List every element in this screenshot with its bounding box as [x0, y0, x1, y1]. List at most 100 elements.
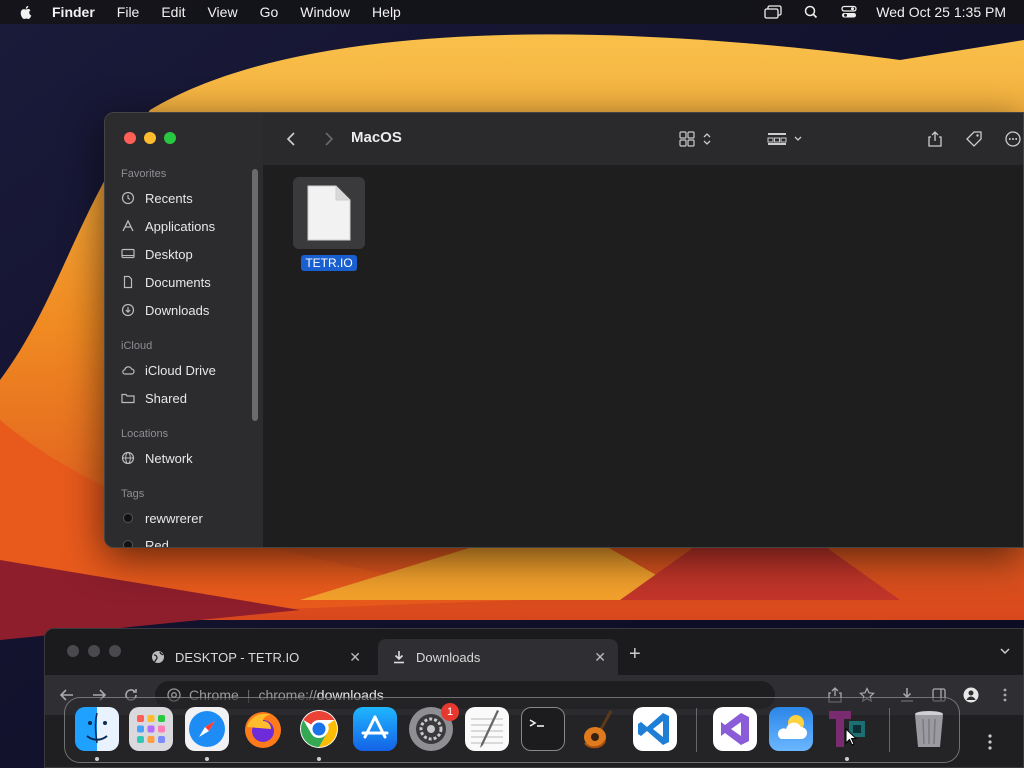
sidebar-item-applications[interactable]: Applications	[121, 215, 215, 237]
file-name: TETR.IO	[301, 255, 357, 271]
sidebar-item-desktop[interactable]: Desktop	[121, 243, 193, 265]
group-by-icon[interactable]	[767, 131, 805, 147]
dock-firefox-icon[interactable]	[241, 707, 285, 751]
close-button[interactable]	[67, 645, 79, 657]
dock-chrome-icon[interactable]	[297, 707, 341, 751]
sidebar-section-favorites: Favorites	[121, 168, 167, 180]
menu-help[interactable]: Help	[372, 4, 401, 20]
tag-dot-icon	[123, 513, 133, 523]
sidebar-section-locations: Locations	[121, 428, 169, 440]
sidebar-item-recents[interactable]: Recents	[121, 187, 193, 209]
sidebar-section-tags: Tags	[121, 488, 145, 500]
running-indicator	[845, 757, 849, 761]
close-button[interactable]	[124, 132, 136, 144]
tab-search-chevron-icon[interactable]	[999, 645, 1011, 657]
minimize-button[interactable]	[88, 645, 100, 657]
cloud-icon	[121, 363, 135, 377]
close-tab-icon[interactable]: ✕	[349, 649, 361, 666]
sidebar-item-label: Red	[145, 537, 169, 548]
minimize-button[interactable]	[144, 132, 156, 144]
sidebar-item-shared[interactable]: Shared	[121, 387, 187, 409]
window-title: MacOS	[351, 129, 402, 146]
sidebar-item-label: iCloud Drive	[145, 362, 216, 378]
menu-view[interactable]: View	[207, 4, 237, 20]
download-arrow-icon	[394, 651, 404, 664]
globe-icon	[152, 651, 164, 663]
page-kebab-icon[interactable]	[986, 732, 994, 752]
tag-icon[interactable]	[965, 131, 983, 147]
notification-badge: 1	[441, 703, 459, 721]
sidebar-item-downloads[interactable]: Downloads	[121, 299, 209, 321]
network-globe-icon	[121, 451, 135, 465]
dock-system-settings-icon[interactable]: 1	[409, 703, 459, 751]
desktop-icon	[121, 247, 135, 261]
clock-icon	[121, 191, 135, 205]
menu-app-finder[interactable]: Finder	[52, 4, 95, 20]
file-item[interactable]: TETR.IO	[293, 177, 365, 271]
sidebar-item-documents[interactable]: Documents	[121, 271, 211, 293]
close-tab-icon[interactable]: ✕	[594, 649, 606, 666]
chrome-menu-kebab-icon[interactable]	[997, 687, 1013, 703]
tab-desktop-tetrio[interactable]: DESKTOP - TETR.IO ✕	[137, 639, 373, 675]
finder-sidebar: Favorites Recents Applications Desktop D…	[105, 113, 264, 548]
zoom-button[interactable]	[164, 132, 176, 144]
menu-edit[interactable]: Edit	[161, 4, 185, 20]
zoom-button[interactable]	[109, 645, 121, 657]
menu-window[interactable]: Window	[300, 4, 350, 20]
sidebar-item-network[interactable]: Network	[121, 447, 193, 469]
dock-launchpad-icon[interactable]	[129, 707, 173, 751]
spotlight-search-icon[interactable]	[802, 5, 820, 19]
sidebar-item-tag-red[interactable]: Red	[121, 534, 169, 548]
dock-separator	[889, 708, 890, 752]
dock-garageband-icon[interactable]	[577, 707, 621, 751]
menu-bar: Finder File Edit View Go Window Help Wed…	[0, 0, 1024, 24]
profile-avatar-icon[interactable]	[963, 687, 979, 703]
sidebar-item-label: Applications	[145, 218, 216, 234]
sidebar-item-label: Network	[145, 450, 193, 466]
sidebar-section-icloud: iCloud	[121, 340, 153, 352]
share-icon[interactable]	[926, 131, 944, 147]
sidebar-item-tag-rewwrerer[interactable]: rewwrerer	[121, 507, 203, 529]
dock-textedit-icon[interactable]	[465, 707, 509, 751]
tab-label: DESKTOP - TETR.IO	[175, 649, 300, 665]
dock-trash-icon[interactable]	[907, 707, 951, 751]
dock-visual-studio-icon[interactable]	[713, 707, 757, 751]
sidebar-scrollbar[interactable]	[252, 169, 258, 421]
sidebar-item-icloud-drive[interactable]: iCloud Drive	[121, 359, 216, 381]
tab-downloads[interactable]: Downloads ✕	[378, 639, 618, 675]
forward-chevron-icon[interactable]	[319, 131, 337, 147]
dock-vscode-icon[interactable]	[633, 707, 677, 751]
dock-safari-icon[interactable]	[185, 707, 229, 751]
dock-app-store-icon[interactable]	[353, 707, 397, 751]
tab-label: Downloads	[416, 649, 481, 665]
screen-mirroring-icon[interactable]	[764, 5, 782, 19]
more-actions-icon[interactable]	[1005, 131, 1024, 147]
shared-folder-icon	[121, 391, 135, 405]
window-controls	[124, 132, 176, 144]
menu-go[interactable]: Go	[260, 4, 279, 20]
dock-finder-icon[interactable]	[75, 707, 119, 751]
running-indicator	[205, 757, 209, 761]
back-chevron-icon[interactable]	[283, 131, 301, 147]
finder-window: Favorites Recents Applications Desktop D…	[104, 112, 1024, 548]
sidebar-item-label: rewwrerer	[145, 510, 203, 526]
dock-weather-icon[interactable]	[769, 707, 813, 751]
sidebar-item-label: Shared	[145, 390, 187, 406]
sidebar-item-label: Desktop	[145, 246, 193, 262]
sidebar-item-label: Downloads	[145, 302, 210, 318]
control-center-icon[interactable]	[840, 5, 858, 19]
running-indicator	[317, 757, 321, 761]
finder-content: TETR.IO	[263, 165, 1023, 547]
window-controls	[67, 645, 121, 657]
dock-terminal-icon[interactable]	[521, 707, 565, 751]
new-tab-plus-icon[interactable]: +	[629, 643, 641, 666]
download-icon	[121, 303, 135, 317]
view-icon-grid-icon[interactable]	[679, 131, 715, 147]
menu-file[interactable]: File	[117, 4, 140, 20]
sidebar-item-label: Recents	[145, 190, 193, 206]
apple-icon[interactable]	[18, 4, 34, 20]
tag-dot-icon	[123, 540, 133, 547]
dock-separator	[696, 708, 697, 752]
menubar-clock[interactable]: Wed Oct 25 1:35 PM	[876, 4, 1006, 20]
tab-strip: DESKTOP - TETR.IO ✕ Downloads ✕ +	[45, 629, 1023, 675]
